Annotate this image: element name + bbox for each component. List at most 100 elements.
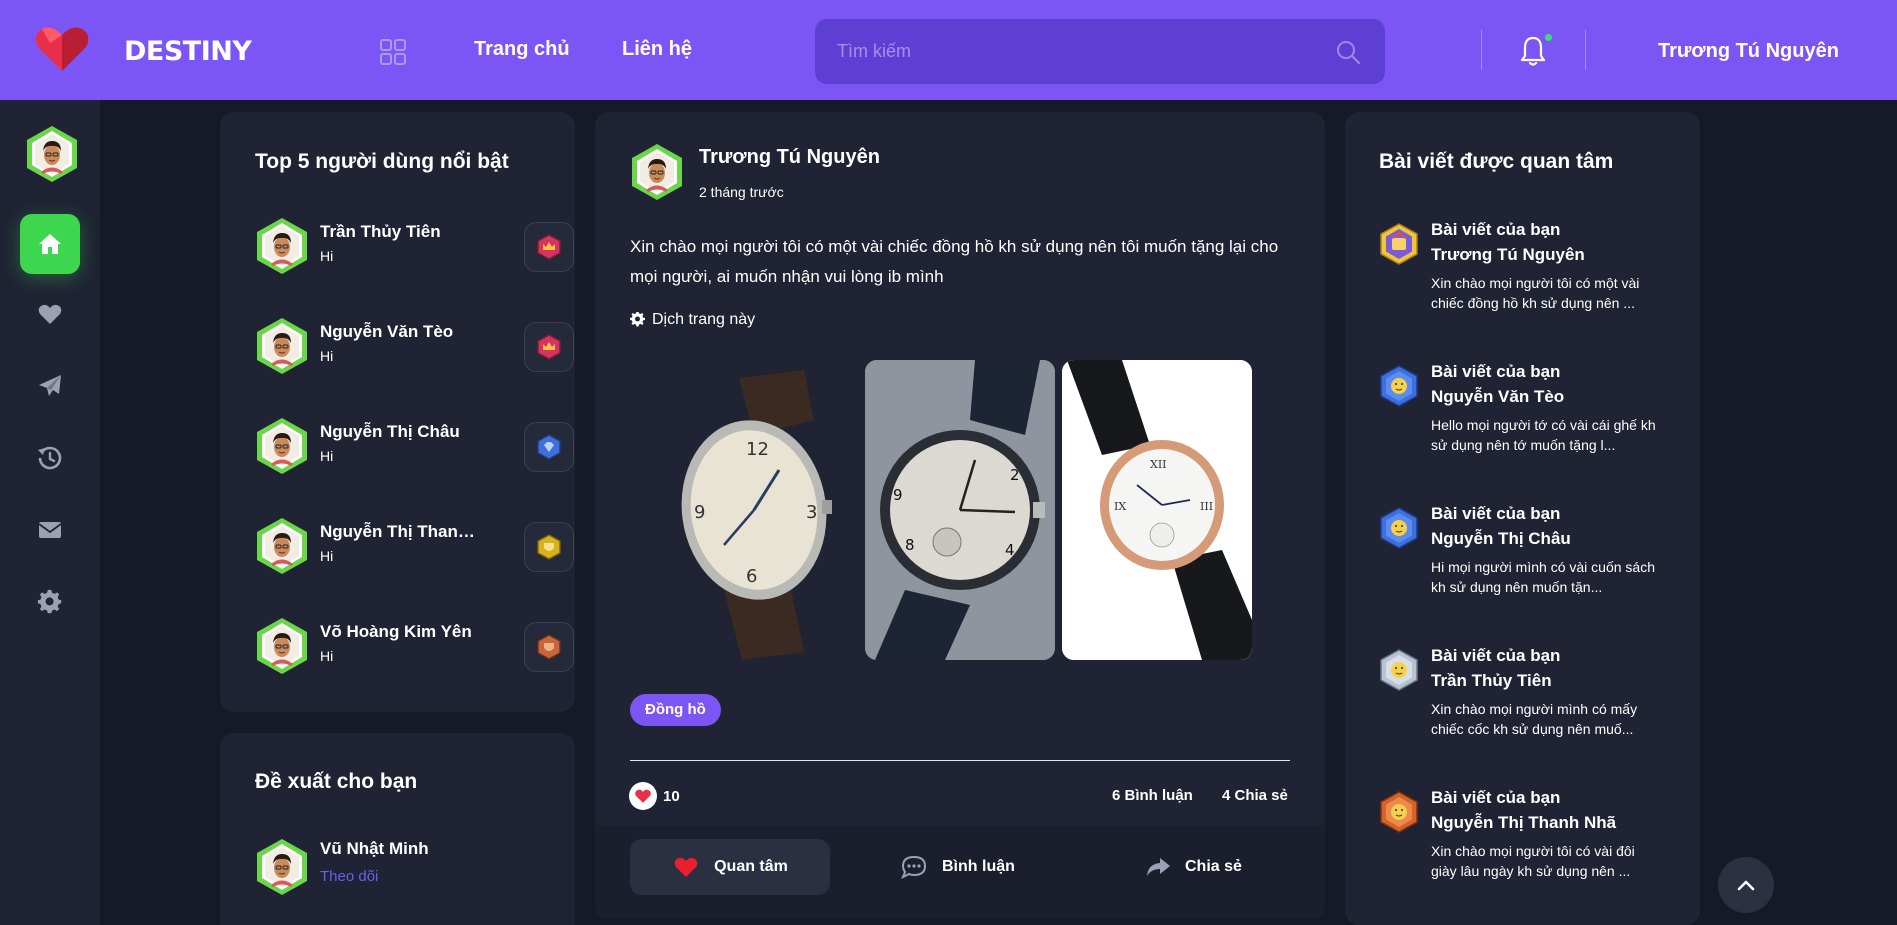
top-user-name[interactable]: Trần Thủy Tiên — [320, 222, 485, 242]
left-sidebar — [0, 100, 100, 925]
post-card: Trương Tú Nguyên 2 tháng trước Xin chào … — [595, 112, 1325, 919]
top-user-item[interactable]: Võ Hoàng Kim Yên Hi — [254, 616, 574, 686]
post-author-name[interactable]: Trương Tú Nguyên — [699, 146, 880, 169]
post-photo[interactable]: 9 8 2 4 — [865, 360, 1055, 660]
comment-button[interactable]: Bình luận — [900, 839, 1040, 895]
like-count-value: 10 — [663, 787, 680, 805]
trending-post-label: Bài viết của bạn — [1431, 504, 1561, 523]
top-user-item[interactable]: Nguyễn Thị Thanh Nhã Hi — [254, 516, 574, 586]
top-user-item[interactable]: Nguyễn Văn Tèo Hi — [254, 316, 574, 386]
top-user-status: Hi — [320, 448, 334, 464]
scroll-to-top-button[interactable] — [1718, 857, 1774, 913]
post-author-avatar[interactable] — [629, 142, 685, 202]
heart-icon — [635, 789, 651, 803]
svg-text:9: 9 — [893, 486, 903, 504]
share-count[interactable]: 4 Chia sẻ — [1222, 787, 1288, 804]
watch-image: 12 3 6 9 — [681, 370, 832, 660]
trending-post-item[interactable]: Bài viết của bạn Trương Tú Nguyên Xin ch… — [1379, 220, 1669, 330]
bronze-badge-icon — [1380, 791, 1418, 833]
crown-badge-icon — [537, 234, 561, 260]
like-count: 10 — [629, 782, 680, 810]
top-navbar: DESTINY Trang chủ Liên hệ Trương Tú Nguy… — [0, 0, 1897, 100]
trending-post-item[interactable]: Bài viết của bạn Trần Thủy Tiên Xin chào… — [1379, 646, 1669, 756]
nav-home-link[interactable]: Trang chủ — [474, 38, 570, 61]
rank-badge — [524, 622, 574, 672]
sidebar-favorites-button[interactable] — [20, 284, 80, 344]
header-divider — [1481, 30, 1482, 70]
bronze-badge-icon — [537, 634, 561, 660]
comment-button-label: Bình luận — [942, 858, 1015, 875]
svg-text:3: 3 — [806, 502, 817, 523]
svg-text:12: 12 — [746, 439, 769, 460]
sidebar-send-button[interactable] — [20, 356, 80, 416]
follow-link[interactable]: Theo dõi — [320, 868, 378, 885]
suggest-card: Đề xuất cho bạn Vũ Nhật Minh Theo dõi — [220, 733, 575, 925]
gold-badge-icon — [537, 534, 561, 560]
bell-icon[interactable] — [1518, 34, 1548, 68]
top-user-name[interactable]: Nguyễn Văn Tèo — [320, 322, 485, 342]
top-user-name[interactable]: Võ Hoàng Kim Yên — [320, 622, 485, 642]
trending-post-label: Bài viết của bạn — [1431, 220, 1561, 239]
like-button[interactable]: Quan tâm — [630, 839, 830, 895]
user-avatar[interactable] — [254, 516, 310, 576]
trending-post-author[interactable]: Nguyễn Thị Thanh Nhã — [1431, 813, 1616, 833]
search-input[interactable] — [837, 19, 1317, 84]
header-user-name[interactable]: Trương Tú Nguyên — [1658, 40, 1839, 63]
share-button[interactable]: Chia sẻ — [1145, 839, 1265, 895]
trending-post-author[interactable]: Nguyễn Văn Tèo — [1431, 387, 1564, 407]
user-avatar[interactable] — [254, 316, 310, 376]
trending-post-author[interactable]: Trần Thủy Tiên — [1431, 671, 1552, 691]
search-icon[interactable] — [1335, 39, 1361, 65]
translate-button[interactable]: Dịch trang này — [630, 311, 755, 329]
gear-icon — [630, 312, 645, 327]
svg-text:2: 2 — [1010, 466, 1020, 484]
top-user-name[interactable]: Nguyễn Thị Thanh Nhã — [320, 522, 485, 542]
trending-post-excerpt: Hi mọi người mình có vài cuốn sách kh sử… — [1431, 559, 1655, 595]
nav-contact-link[interactable]: Liên hệ — [622, 38, 692, 61]
share-icon — [1147, 858, 1170, 876]
send-icon — [39, 375, 61, 396]
suggest-user-name[interactable]: Vũ Nhật Minh — [320, 839, 429, 859]
post-photo[interactable]: XII III IX — [1062, 360, 1252, 660]
top-user-status: Hi — [320, 348, 334, 364]
post-action-bar: Quan tâm Bình luận Chia sẻ — [595, 825, 1325, 919]
user-avatar[interactable] — [254, 616, 310, 676]
brand-name[interactable]: DESTINY — [124, 36, 252, 67]
apps-grid-icon[interactable] — [380, 39, 406, 65]
trending-post-author[interactable]: Nguyễn Thị Châu — [1431, 529, 1571, 549]
comment-icon — [901, 855, 927, 880]
trending-post-item[interactable]: Bài viết của bạn Nguyễn Văn Tèo Hello mọ… — [1379, 362, 1669, 472]
user-avatar[interactable] — [254, 416, 310, 476]
sidebar-mail-button[interactable] — [20, 500, 80, 560]
top-user-name[interactable]: Nguyễn Thị Châu — [320, 422, 485, 442]
chevron-up-icon — [1737, 880, 1755, 891]
sidebar-history-button[interactable] — [20, 428, 80, 488]
like-bubble — [629, 782, 657, 810]
trending-post-item[interactable]: Bài viết của bạn Nguyễn Thị Châu Hi mọi … — [1379, 504, 1669, 614]
top-user-item[interactable]: Nguyễn Thị Châu Hi — [254, 416, 574, 486]
user-avatar[interactable] — [254, 216, 310, 276]
blue-badge-icon — [1380, 507, 1418, 549]
trending-post-item[interactable]: Bài viết của bạn Nguyễn Thị Thanh Nhã Xi… — [1379, 788, 1669, 898]
sidebar-settings-button[interactable] — [20, 572, 80, 632]
top-user-item[interactable]: Trần Thủy Tiên Hi — [254, 216, 574, 286]
comment-count[interactable]: 6 Bình luận — [1112, 787, 1193, 804]
gear-icon — [37, 589, 62, 614]
diamond-badge-icon — [537, 434, 561, 460]
watch-image: 9 8 2 4 — [865, 360, 1055, 660]
user-avatar[interactable] — [254, 837, 310, 897]
trending-card: Bài viết được quan tâm Bài viết của bạn … — [1345, 112, 1700, 925]
post-photo[interactable]: 12 3 6 9 — [654, 360, 847, 660]
post-tag[interactable]: Đồng hồ — [630, 694, 721, 726]
logo-heart-icon[interactable] — [34, 25, 90, 73]
post-body: Xin chào mọi người tôi có một vài chiếc … — [630, 237, 1279, 286]
crown-badge-icon — [537, 334, 561, 360]
search-box — [815, 19, 1385, 84]
like-button-label: Quan tâm — [714, 858, 788, 875]
trending-post-author[interactable]: Trương Tú Nguyên — [1431, 245, 1585, 265]
user-avatar[interactable] — [24, 124, 80, 184]
sidebar-home-button[interactable] — [20, 214, 80, 274]
notification-dot — [1545, 34, 1552, 41]
rank-badge — [524, 422, 574, 472]
top-user-status: Hi — [320, 248, 334, 264]
